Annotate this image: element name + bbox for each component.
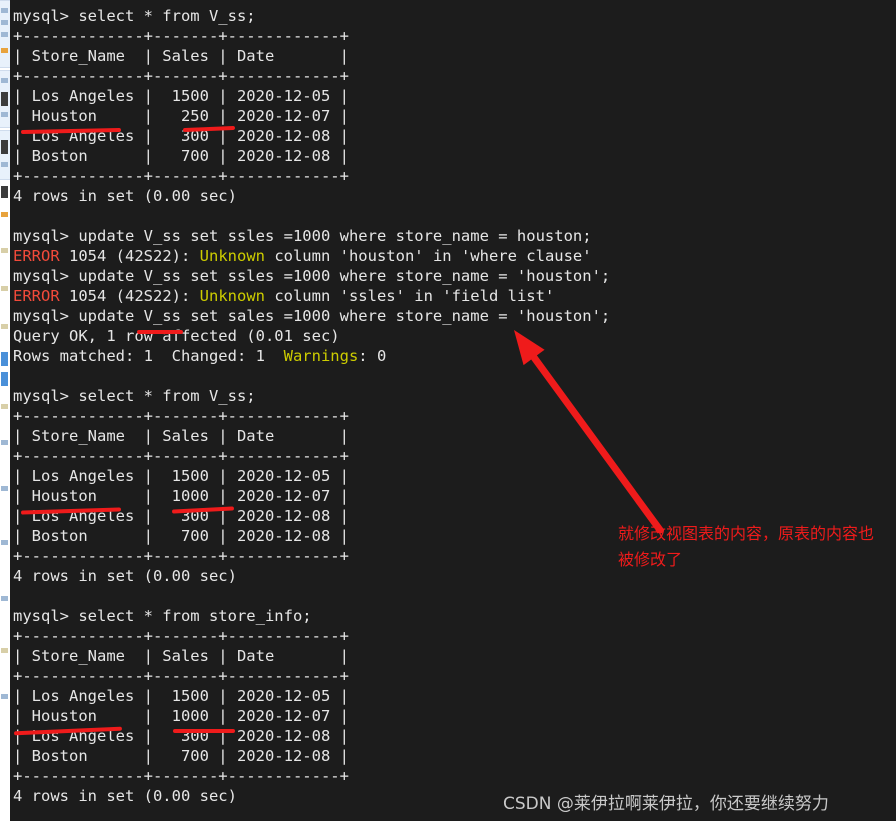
terminal-line: | Boston | 700 | 2020-12-08 |	[13, 747, 349, 765]
terminal-line: | Los Angeles | 1500 | 2020-12-05 |	[13, 467, 349, 485]
terminal-line: | Store_Name | Sales | Date |	[13, 647, 349, 665]
terminal-line: +-------------+-------+------------+	[13, 547, 349, 565]
terminal-line: 4 rows in set (0.00 sec)	[13, 187, 237, 205]
terminal-line: | Houston | 250 | 2020-12-07 |	[13, 107, 349, 125]
terminal-line: mysql> update V_ss set ssles =1000 where…	[13, 267, 611, 285]
screen: mysql> select * from V_ss; +-------------…	[0, 0, 896, 821]
terminal-line: +-------------+-------+------------+	[13, 67, 349, 85]
terminal-line: +-------------+-------+------------+	[13, 27, 349, 45]
terminal-line: | Los Angeles | 1500 | 2020-12-05 |	[13, 687, 349, 705]
terminal-line-segment: Unknown	[199, 287, 265, 305]
terminal-line: +-------------+-------+------------+	[13, 767, 349, 785]
terminal-line-segment: Rows matched: 1 Changed: 1	[13, 347, 284, 365]
terminal-line-segment: column 'ssles' in 'field list'	[264, 287, 555, 305]
terminal-line: Query OK, 1 row affected (0.01 sec)	[13, 327, 340, 345]
terminal-line: +-------------+-------+------------+	[13, 667, 349, 685]
terminal-line-segment: 1054 (42S22):	[59, 287, 200, 305]
terminal-line-segment: column 'houston' in 'where clause'	[264, 247, 592, 265]
terminal-line: | Boston | 700 | 2020-12-08 |	[13, 147, 349, 165]
terminal-line: +-------------+-------+------------+	[13, 627, 349, 645]
background-window-sliver[interactable]	[0, 0, 10, 821]
terminal-line: Rows matched: 1 Changed: 1 Warnings: 0	[10, 346, 896, 366]
terminal-line: mysql> select * from V_ss;	[13, 387, 256, 405]
terminal-line: | Houston | 1000 | 2020-12-07 |	[13, 487, 349, 505]
terminal-line-segment: Warnings	[283, 347, 359, 365]
terminal-line: mysql> update V_ss set ssles =1000 where…	[13, 227, 592, 245]
terminal-line: ERROR 1054 (42S22): Unknown column 'hous…	[10, 246, 896, 266]
terminal-line-segment: 1054 (42S22):	[59, 247, 200, 265]
terminal-line-segment: : 0	[358, 347, 387, 365]
terminal-line: | Houston | 1000 | 2020-12-07 |	[13, 707, 349, 725]
terminal-line: 4 rows in set (0.00 sec)	[13, 567, 237, 585]
terminal-output[interactable]: mysql> select * from V_ss; +-------------…	[10, 0, 896, 821]
terminal-line: ERROR 1054 (42S22): Unknown column 'ssle…	[10, 286, 896, 306]
terminal-line: | Boston | 700 | 2020-12-08 |	[13, 527, 349, 545]
terminal-line-segment: ERROR	[13, 287, 60, 305]
terminal-line-segment: Unknown	[199, 247, 265, 265]
terminal-line: | Los Angeles | 1500 | 2020-12-05 |	[13, 87, 349, 105]
terminal-line: | Los Angeles | 300 | 2020-12-08 |	[13, 127, 349, 145]
watermark: CSDN @莱伊拉啊莱伊拉，你还要继续努力	[503, 794, 829, 814]
terminal-line: | Los Angeles | 300 | 2020-12-08 |	[13, 507, 349, 525]
terminal-line: +-------------+-------+------------+	[13, 407, 349, 425]
terminal-line: +-------------+-------+------------+	[13, 447, 349, 465]
terminal-line: mysql> select * from V_ss;	[13, 7, 256, 25]
terminal-line: | Store_Name | Sales | Date |	[13, 47, 349, 65]
terminal-line: | Store_Name | Sales | Date |	[13, 427, 349, 445]
terminal-line: | Los Angeles | 300 | 2020-12-08 |	[13, 727, 349, 745]
terminal-line-segment: ERROR	[13, 247, 60, 265]
terminal-line: +-------------+-------+------------+	[13, 167, 349, 185]
terminal-line: mysql> select * from store_info;	[13, 607, 312, 625]
terminal-line: mysql> update V_ss set sales =1000 where…	[13, 307, 611, 325]
